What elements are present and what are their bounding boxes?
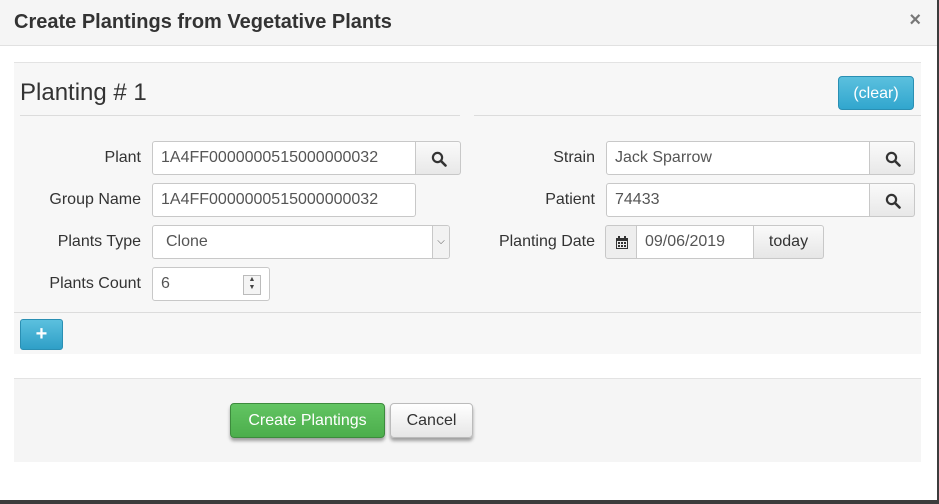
calendar-icon <box>616 236 628 249</box>
plants-type-select[interactable]: Clone ⌵ <box>152 225 450 259</box>
search-icon <box>431 151 447 167</box>
plants-type-value: Clone <box>166 233 208 250</box>
plant-input[interactable]: 1A4FF0000000515000000032 <box>152 141 416 175</box>
plant-search-button[interactable] <box>415 141 461 175</box>
today-button[interactable]: today <box>753 225 824 259</box>
strain-label: Strain <box>553 149 595 166</box>
divider <box>20 115 460 116</box>
chevron-down-icon: ⌵ <box>432 226 449 258</box>
plants-count-value: 6 <box>161 275 170 292</box>
close-icon[interactable]: × <box>909 9 921 32</box>
patient-label: Patient <box>545 191 595 208</box>
divider <box>14 312 921 313</box>
search-icon <box>885 193 901 209</box>
search-icon <box>885 151 901 167</box>
calendar-button[interactable] <box>605 225 637 259</box>
add-planting-button[interactable]: + <box>20 319 63 350</box>
divider <box>474 115 921 116</box>
patient-search-button[interactable] <box>869 183 915 217</box>
plants-count-input[interactable]: 6 ▲ ▼ <box>152 267 270 301</box>
plus-icon: + <box>35 323 48 345</box>
dialog-header: Create Plantings from Vegetative Plants … <box>0 0 937 46</box>
clear-button[interactable]: (clear) <box>838 76 914 110</box>
planting-date-label: Planting Date <box>498 233 595 250</box>
patient-input[interactable]: 74433 <box>606 183 870 217</box>
stepper-icon[interactable]: ▲ ▼ <box>243 275 261 295</box>
cancel-button[interactable]: Cancel <box>390 403 473 438</box>
window-edge <box>0 500 939 504</box>
plant-label: Plant <box>104 149 141 166</box>
group-name-label: Group Name <box>49 191 141 208</box>
group-name-input[interactable]: 1A4FF0000000515000000032 <box>152 183 416 217</box>
planting-date-input[interactable]: 09/06/2019 <box>636 225 754 259</box>
plants-type-label: Plants Type <box>57 233 141 250</box>
planting-title: Planting # 1 <box>20 79 147 106</box>
planting-section: Planting # 1 (clear) Plant 1A4FF00000005… <box>14 62 921 354</box>
strain-search-button[interactable] <box>869 141 915 175</box>
plants-count-label: Plants Count <box>49 275 141 292</box>
strain-input[interactable]: Jack Sparrow <box>606 141 870 175</box>
dialog-title: Create Plantings from Vegetative Plants <box>14 11 392 33</box>
create-plantings-button[interactable]: Create Plantings <box>230 403 385 438</box>
dialog-footer: Create Plantings Cancel <box>14 378 921 462</box>
